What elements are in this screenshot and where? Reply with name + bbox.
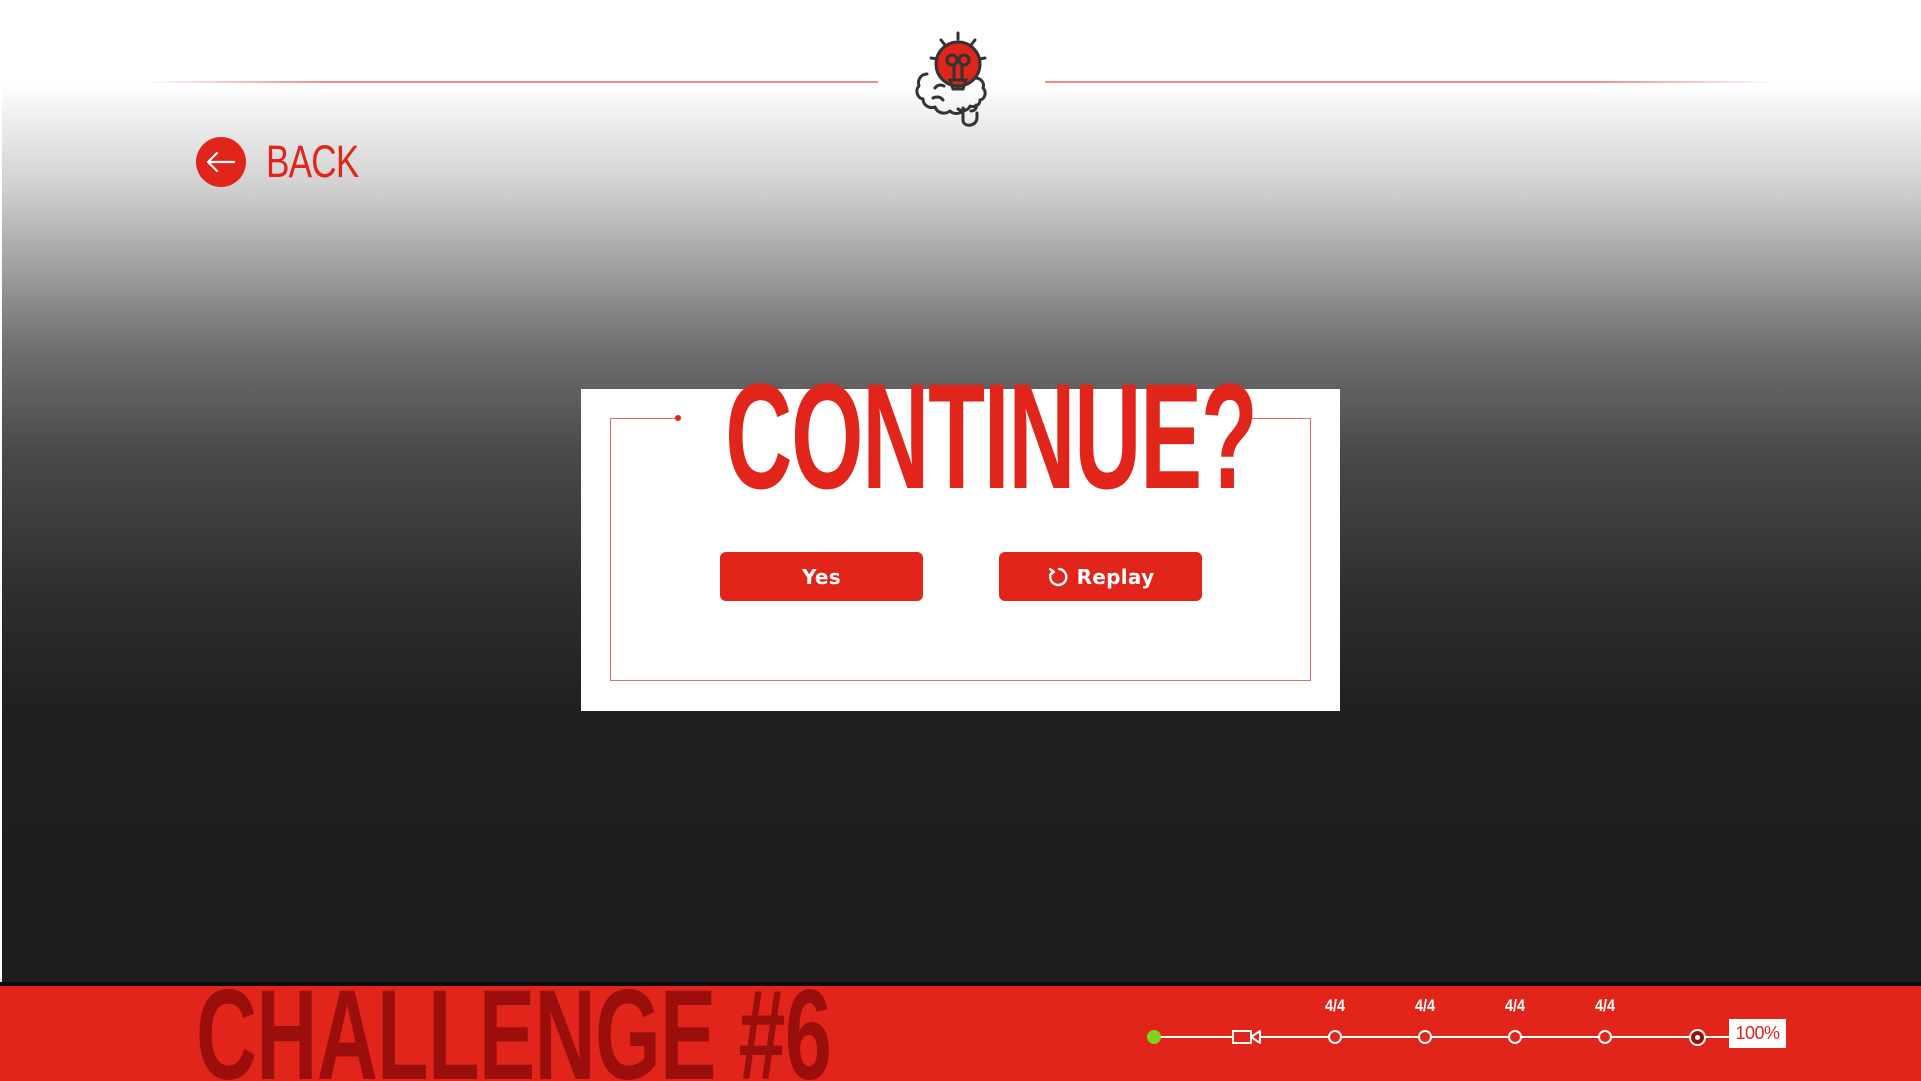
header-line-right bbox=[1045, 81, 1780, 83]
step-label: 4/4 bbox=[1414, 996, 1436, 1015]
back-button[interactable]: BACK bbox=[196, 136, 385, 188]
frame-line bbox=[610, 418, 678, 419]
progress-start-dot bbox=[1147, 1030, 1161, 1044]
replay-icon bbox=[1048, 567, 1068, 586]
header-line-left bbox=[140, 81, 878, 83]
progress-current-node bbox=[1689, 1029, 1706, 1046]
video-camera-icon[interactable] bbox=[1232, 1028, 1262, 1046]
arrow-left-icon bbox=[196, 137, 246, 187]
frame-line bbox=[1310, 418, 1311, 681]
progress-node[interactable] bbox=[1598, 1030, 1612, 1044]
left-edge-line bbox=[0, 90, 2, 985]
step-label: 4/4 bbox=[1324, 996, 1346, 1015]
challenge-title: CHALLENGE #6 bbox=[196, 982, 832, 1081]
progress-node[interactable] bbox=[1328, 1030, 1342, 1044]
back-label: BACK bbox=[266, 136, 359, 187]
replay-label: Replay bbox=[1076, 564, 1155, 589]
step-label: 4/4 bbox=[1594, 996, 1616, 1015]
progress-percent: 100% bbox=[1729, 1019, 1786, 1048]
challenge-bar: CHALLENGE #6 4/4 4/4 4/4 4/4 100% bbox=[0, 982, 1921, 1081]
frame-line bbox=[610, 418, 611, 681]
yes-button[interactable]: Yes bbox=[720, 552, 923, 601]
brain-lightbulb-icon bbox=[915, 31, 987, 127]
frame-line bbox=[610, 680, 1311, 681]
yes-label: Yes bbox=[801, 564, 841, 589]
progress-node[interactable] bbox=[1508, 1030, 1522, 1044]
replay-button[interactable]: Replay bbox=[999, 552, 1202, 601]
dialog-title: CONTINUE? bbox=[725, 352, 1258, 520]
step-label: 4/4 bbox=[1504, 996, 1526, 1015]
progress-node[interactable] bbox=[1418, 1030, 1432, 1044]
continue-dialog: CONTINUE? Yes Replay bbox=[581, 361, 1340, 711]
frame-dot bbox=[675, 415, 681, 421]
